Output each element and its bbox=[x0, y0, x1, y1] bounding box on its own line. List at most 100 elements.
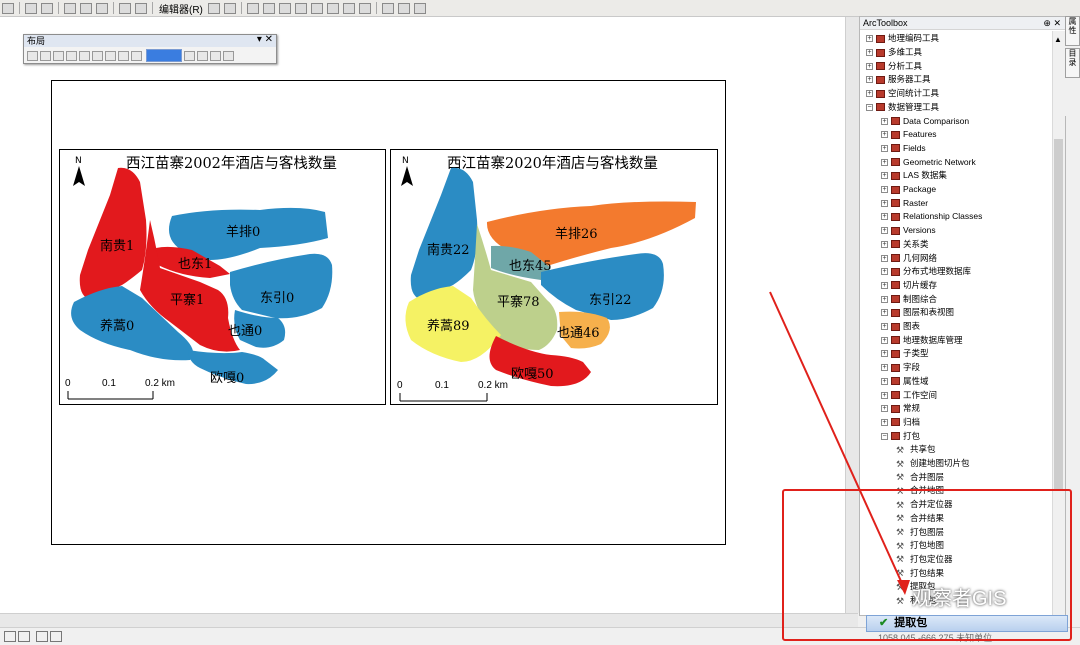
cut-icon[interactable] bbox=[278, 2, 291, 14]
expand-icon[interactable]: + bbox=[881, 131, 888, 139]
full-extent-icon[interactable] bbox=[41, 2, 53, 14]
map-frame-2020[interactable]: 西江苗寨2020年酒店与客栈数量 N 南贵22 羊排26 也东45 平寨78 东… bbox=[390, 149, 718, 405]
layout-view-icon[interactable] bbox=[119, 2, 131, 14]
expand-icon[interactable]: + bbox=[881, 172, 888, 180]
expand-icon[interactable]: + bbox=[881, 240, 888, 248]
zoom-whole-page-icon[interactable] bbox=[66, 50, 77, 61]
toolset-item[interactable]: + Package bbox=[881, 183, 936, 197]
expand-icon[interactable]: + bbox=[881, 213, 888, 221]
expand-icon[interactable]: + bbox=[866, 49, 873, 57]
fixed-zoom-in-icon[interactable] bbox=[92, 50, 103, 61]
toolset-item[interactable]: + Relationship Classes bbox=[881, 210, 982, 224]
toolset-item[interactable]: + LAS 数据集 bbox=[881, 169, 947, 183]
refresh-icon[interactable] bbox=[36, 631, 48, 642]
edit-annotation-icon[interactable] bbox=[223, 2, 236, 14]
expand-icon[interactable]: + bbox=[866, 62, 873, 70]
layout-view-icon[interactable] bbox=[18, 631, 30, 642]
expand-icon[interactable]: + bbox=[881, 227, 888, 235]
scale-tick: 0 bbox=[397, 380, 403, 391]
scale-tick: 0.1 bbox=[435, 380, 449, 391]
toolset-item[interactable]: + 多维工具 bbox=[866, 46, 922, 60]
dropdown-icon[interactable] bbox=[135, 2, 147, 14]
zoom-out-icon[interactable] bbox=[40, 50, 51, 61]
identify-icon[interactable] bbox=[96, 2, 108, 14]
back-icon[interactable] bbox=[118, 50, 129, 61]
toolset-item[interactable]: − 数据管理工具 bbox=[866, 101, 939, 115]
split-icon[interactable] bbox=[294, 2, 307, 14]
sketch-icon[interactable] bbox=[358, 2, 371, 14]
binoculars-icon[interactable] bbox=[64, 2, 76, 14]
expand-icon[interactable]: + bbox=[881, 268, 888, 276]
tooltip-label: 提取包 bbox=[894, 617, 928, 629]
toolset-item[interactable]: + Features bbox=[881, 128, 937, 142]
expand-icon[interactable]: + bbox=[881, 281, 888, 289]
forward-icon[interactable] bbox=[131, 50, 142, 61]
data-driven-pages-icon[interactable] bbox=[223, 50, 234, 61]
toggle-draft-icon[interactable] bbox=[184, 50, 195, 61]
zoom-100-icon[interactable] bbox=[79, 50, 90, 61]
toolset-item[interactable]: + Fields bbox=[881, 142, 926, 156]
tool-icon-1[interactable] bbox=[2, 2, 14, 14]
toolbar-options-icon[interactable] bbox=[413, 2, 426, 14]
toolset-item[interactable]: + 关系类 bbox=[881, 238, 929, 252]
scale-tick: 0 bbox=[65, 378, 71, 389]
delete-icon[interactable] bbox=[326, 2, 339, 14]
table-icon[interactable] bbox=[381, 2, 394, 14]
toolset-item[interactable]: + Data Comparison bbox=[881, 114, 969, 128]
xy-icon[interactable] bbox=[80, 2, 92, 14]
toolset-item[interactable]: + 分析工具 bbox=[866, 59, 922, 73]
polygon-icon[interactable] bbox=[262, 2, 275, 14]
change-layout-icon[interactable] bbox=[210, 50, 221, 61]
focus-data-frame-icon[interactable] bbox=[197, 50, 208, 61]
expand-icon[interactable]: + bbox=[866, 76, 873, 84]
layout-toolbar[interactable]: 布局 ▾ ✕ bbox=[23, 34, 277, 64]
toolset-item[interactable]: + 分布式地理数据库 bbox=[881, 265, 971, 279]
close-icon[interactable]: ▾ ✕ bbox=[257, 34, 273, 45]
fixed-zoom-out-icon[interactable] bbox=[105, 50, 116, 61]
expand-icon[interactable]: + bbox=[881, 117, 888, 125]
pan-icon[interactable] bbox=[25, 2, 37, 14]
attributes-icon[interactable] bbox=[342, 2, 355, 14]
collapse-icon[interactable]: − bbox=[866, 103, 873, 111]
data-view-icon[interactable] bbox=[4, 631, 16, 642]
zoom-in-icon[interactable] bbox=[27, 50, 38, 61]
edit-tool-icon[interactable] bbox=[207, 2, 220, 14]
expand-icon[interactable]: + bbox=[866, 90, 873, 98]
pause-icon[interactable] bbox=[50, 631, 62, 642]
toolset-item[interactable]: + Raster bbox=[881, 196, 928, 210]
dock-tab-attributes[interactable]: 属性 bbox=[1065, 16, 1080, 46]
layout-horizontal-scrollbar[interactable] bbox=[0, 613, 858, 628]
map-frame-2002[interactable]: 西江苗寨2002年酒店与客栈数量 N 南贵1 羊排0 也东1 平寨1 东引0 养… bbox=[59, 149, 386, 405]
scroll-up-icon[interactable]: ▲ bbox=[1054, 35, 1062, 44]
toolbar-separator bbox=[19, 2, 20, 14]
drag-tooltip: ✔ 提取包 bbox=[866, 615, 1068, 632]
expand-icon[interactable]: + bbox=[881, 158, 888, 166]
pin-close-icon[interactable]: ⊕ ✕ bbox=[1043, 17, 1061, 29]
toolbox-icon bbox=[891, 144, 900, 153]
watermark: 观察者GIS bbox=[912, 588, 1007, 610]
editor-menu-button[interactable]: 编辑器(R) bbox=[159, 1, 203, 16]
region-label: 也东1 bbox=[178, 257, 212, 272]
scroll-thumb[interactable] bbox=[1054, 139, 1063, 489]
pan-icon[interactable] bbox=[53, 50, 64, 61]
expand-icon[interactable]: + bbox=[881, 144, 888, 152]
toolset-item[interactable]: + Geometric Network bbox=[881, 155, 976, 169]
toolset-item[interactable]: + 空间统计工具 bbox=[866, 87, 939, 101]
tree-item-label: Features bbox=[903, 129, 937, 140]
region-nangui bbox=[79, 167, 147, 300]
line-icon[interactable] bbox=[246, 2, 259, 14]
scale-tick: 0.1 bbox=[102, 378, 116, 389]
toolset-item[interactable]: + 地理编码工具 bbox=[866, 32, 939, 46]
toolset-item[interactable]: + 服务器工具 bbox=[866, 73, 931, 87]
expand-icon[interactable]: + bbox=[881, 254, 888, 262]
expand-icon[interactable]: + bbox=[881, 199, 888, 207]
zoom-select[interactable] bbox=[146, 49, 182, 63]
create-features-icon[interactable] bbox=[397, 2, 410, 14]
toolset-item[interactable]: + 几何网络 bbox=[881, 251, 937, 265]
toolbox-icon bbox=[876, 62, 885, 71]
expand-icon[interactable]: + bbox=[866, 35, 873, 43]
toolset-item[interactable]: + Versions bbox=[881, 224, 936, 238]
expand-icon[interactable]: + bbox=[881, 186, 888, 194]
dock-tab-catalog[interactable]: 目录 bbox=[1065, 48, 1080, 78]
rotate-icon[interactable] bbox=[310, 2, 323, 14]
